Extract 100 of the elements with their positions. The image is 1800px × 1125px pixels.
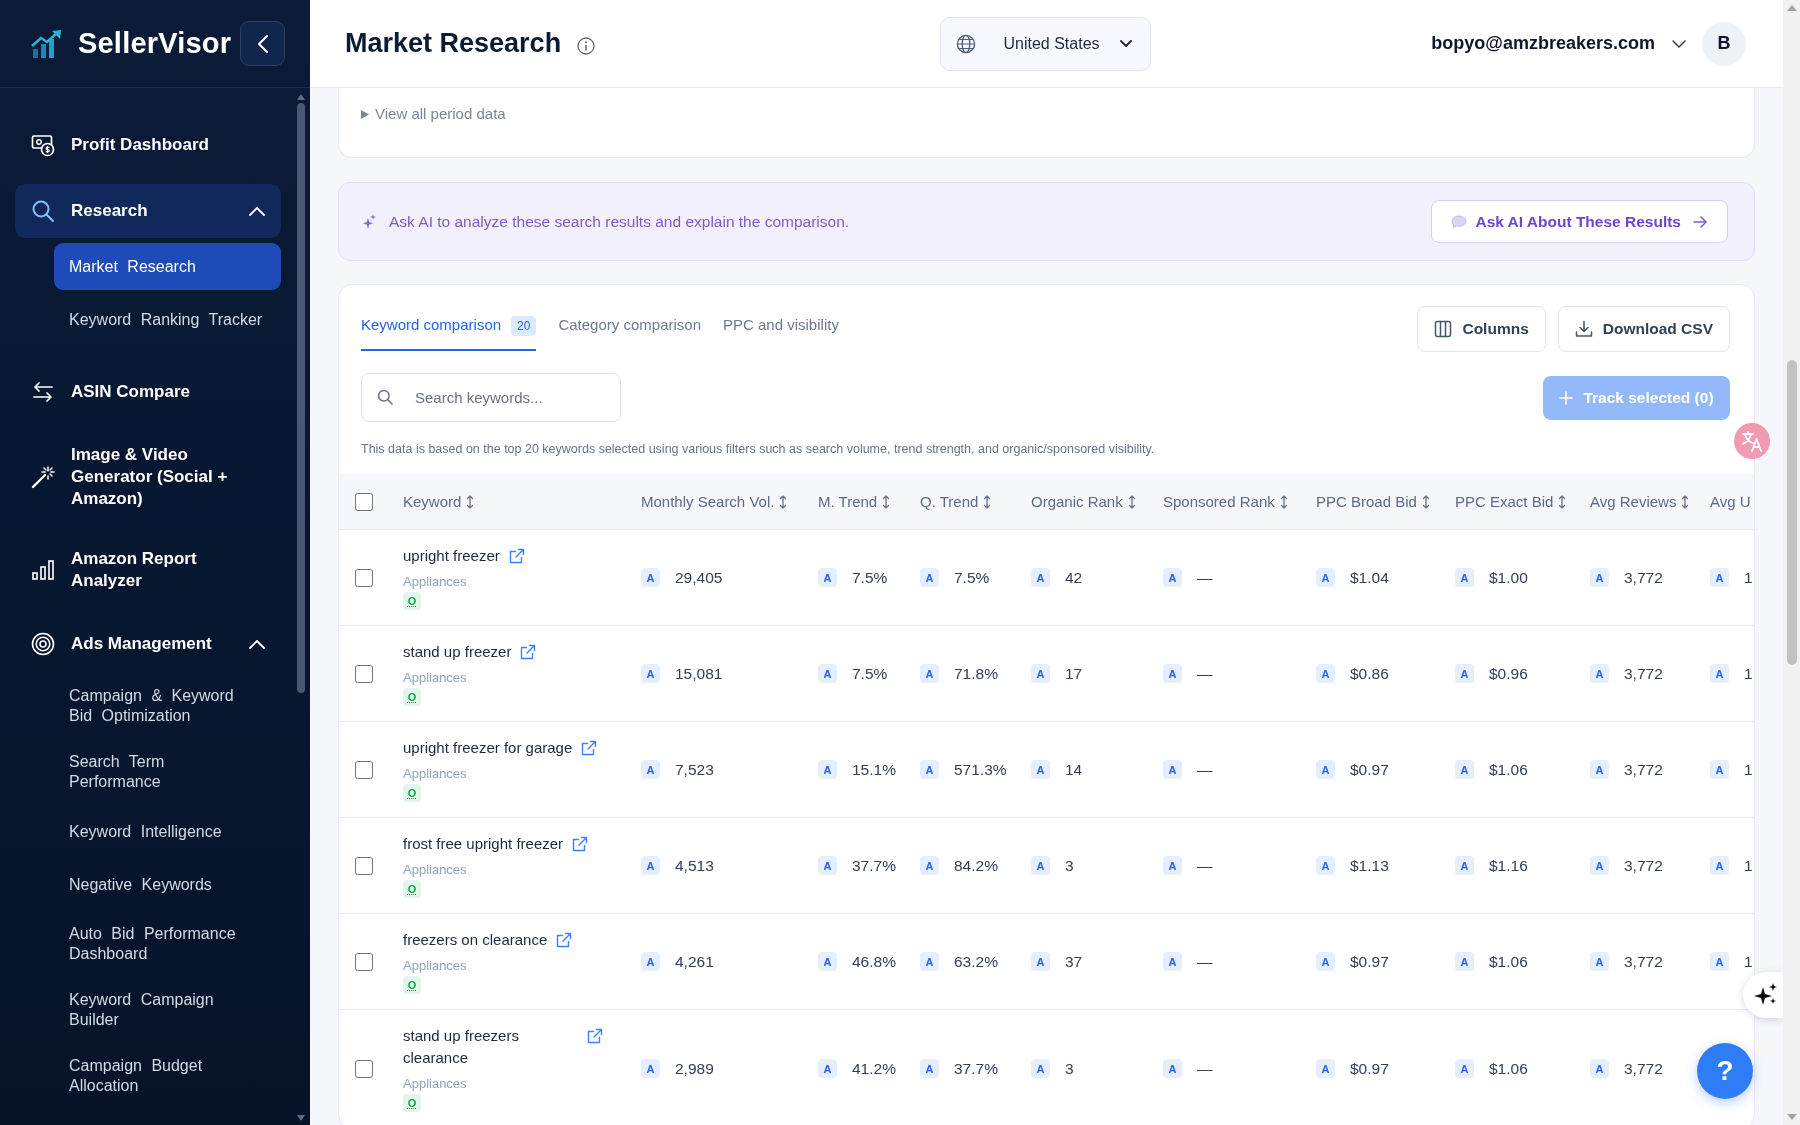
scrollbar-thumb[interactable] bbox=[1786, 360, 1797, 665]
metric-value: $0.97 bbox=[1350, 1059, 1389, 1078]
ai-prompt-text: Ask AI to analyze these search results and explain the comparison. bbox=[389, 212, 850, 231]
metric-value: 3 bbox=[1065, 1059, 1074, 1078]
scroll-up-icon[interactable] bbox=[297, 94, 305, 100]
scroll-up-icon[interactable] bbox=[1786, 5, 1797, 11]
source-badge: A bbox=[1031, 568, 1050, 587]
column-header[interactable]: Monthly Search Vol. bbox=[641, 493, 818, 510]
row-checkbox[interactable] bbox=[355, 856, 373, 875]
source-badge: A bbox=[1455, 856, 1474, 875]
source-badge: A bbox=[1710, 568, 1729, 587]
sort-icon bbox=[1558, 494, 1567, 509]
nav-item[interactable]: Amazon Report Analyzer bbox=[15, 535, 281, 605]
metric-value: 3,772 bbox=[1624, 856, 1663, 875]
nav-subitem[interactable]: Auto Bid Performance Dashboard bbox=[54, 914, 281, 974]
metric-value: 84.2% bbox=[954, 856, 998, 875]
user-menu-button[interactable]: bopyo@amzbreakers.com bbox=[1431, 33, 1686, 54]
logo-icon bbox=[30, 28, 64, 59]
metric-value: 37.7% bbox=[954, 1059, 998, 1078]
external-link-icon[interactable] bbox=[508, 548, 525, 564]
nav-subitem[interactable]: Negative Keywords bbox=[54, 861, 281, 908]
column-header[interactable]: PPC Broad Bid bbox=[1316, 493, 1455, 510]
chevron-left-icon bbox=[256, 33, 269, 54]
columns-button[interactable]: Columns bbox=[1417, 306, 1546, 352]
tab[interactable]: Category comparison bbox=[558, 306, 701, 351]
external-link-icon[interactable] bbox=[587, 1028, 603, 1044]
column-header[interactable]: Avg Reviews bbox=[1590, 493, 1710, 510]
row-checkbox[interactable] bbox=[355, 568, 373, 587]
nav-item[interactable]: Research bbox=[15, 184, 281, 238]
scrollbar-thumb[interactable] bbox=[297, 103, 305, 693]
source-badge: A bbox=[920, 856, 939, 875]
row-checkbox[interactable] bbox=[355, 664, 373, 683]
country-select[interactable]: United States bbox=[940, 16, 1151, 71]
metric-value: 7.5% bbox=[852, 568, 888, 587]
scroll-down-icon[interactable] bbox=[297, 1115, 305, 1121]
nav-subitem[interactable]: Market Research bbox=[54, 243, 281, 290]
target-icon bbox=[31, 632, 55, 656]
category-label: Appliances bbox=[403, 765, 467, 783]
metric-value: 2,989 bbox=[675, 1059, 714, 1078]
nav-item[interactable]: ASIN Compare bbox=[15, 365, 281, 419]
info-icon[interactable] bbox=[577, 36, 596, 55]
column-header[interactable]: Avg U bbox=[1710, 493, 1754, 510]
column-header[interactable]: Organic Rank bbox=[1031, 493, 1163, 510]
search-field[interactable]: Search keywords... bbox=[361, 373, 621, 422]
tag: O bbox=[403, 1094, 421, 1112]
source-badge: A bbox=[818, 952, 837, 971]
period-toggle[interactable]: View all period data bbox=[361, 104, 506, 124]
nav-subitem[interactable]: Keyword Intelligence bbox=[54, 808, 281, 855]
download-icon bbox=[1574, 320, 1593, 338]
category-label: Appliances bbox=[403, 1075, 467, 1093]
column-header[interactable]: Keyword bbox=[403, 493, 641, 510]
source-badge: A bbox=[920, 568, 939, 587]
nav-subitem[interactable]: Keyword Ranking Tracker bbox=[54, 296, 281, 343]
source-badge: A bbox=[1031, 664, 1050, 683]
nav-item[interactable]: Image & Video Generator (Social + Amazon) bbox=[15, 431, 281, 523]
column-header[interactable]: Q. Trend bbox=[920, 493, 1031, 510]
avatar[interactable]: B bbox=[1702, 21, 1746, 66]
source-badge: A bbox=[1455, 1059, 1474, 1078]
source-badge: A bbox=[818, 760, 837, 779]
keyword-text: upright freezer for garage bbox=[403, 738, 573, 758]
select-all-checkbox[interactable] bbox=[355, 492, 373, 511]
metric-value: 15,081 bbox=[675, 664, 723, 683]
source-badge: A bbox=[920, 952, 939, 971]
nav-subitem[interactable]: Campaign & Keyword Bid Optimization bbox=[54, 676, 281, 736]
source-badge: A bbox=[920, 1059, 939, 1078]
source-badge: A bbox=[1590, 664, 1609, 683]
source-badge: A bbox=[1455, 664, 1474, 683]
metric-value: $1.06 bbox=[1489, 760, 1528, 779]
collapse-sidebar-button[interactable] bbox=[240, 21, 285, 66]
tab[interactable]: PPC and visibility bbox=[723, 306, 839, 351]
nav-item[interactable]: Profit Dashboard bbox=[15, 118, 281, 172]
metric-value: — bbox=[1197, 760, 1213, 779]
external-link-icon[interactable] bbox=[572, 836, 589, 852]
source-badge: A bbox=[920, 664, 939, 683]
source-badge: A bbox=[818, 568, 837, 587]
ask-ai-button[interactable]: Ask AI About These Results bbox=[1431, 200, 1728, 243]
external-link-icon[interactable] bbox=[520, 644, 537, 660]
column-header[interactable]: M. Trend bbox=[818, 493, 920, 510]
count-badge: 20 bbox=[511, 316, 537, 336]
row-checkbox[interactable] bbox=[355, 1059, 373, 1078]
external-link-icon[interactable] bbox=[581, 740, 598, 756]
source-badge: A bbox=[1031, 952, 1050, 971]
translate-icon[interactable] bbox=[1734, 423, 1770, 459]
nav-subitem[interactable]: Search Term Performance bbox=[54, 742, 281, 802]
magic-wand-icon bbox=[31, 465, 55, 489]
row-checkbox[interactable] bbox=[355, 760, 373, 779]
nav-subitem[interactable]: Campaign Budget Allocation bbox=[54, 1046, 281, 1106]
column-header[interactable]: PPC Exact Bid bbox=[1455, 493, 1590, 510]
page-title: Market Research bbox=[345, 28, 562, 59]
external-link-icon[interactable] bbox=[556, 932, 573, 948]
nav-item[interactable]: Ads Management bbox=[15, 617, 281, 671]
tab[interactable]: Keyword comparison 20 bbox=[361, 306, 537, 351]
metric-value: — bbox=[1197, 856, 1213, 875]
swap-arrows-icon bbox=[31, 380, 55, 404]
source-badge: A bbox=[818, 856, 837, 875]
scroll-down-icon[interactable] bbox=[1786, 1114, 1797, 1120]
nav-subitem[interactable]: Keyword Campaign Builder bbox=[54, 980, 281, 1040]
column-header[interactable]: Sponsored Rank bbox=[1163, 493, 1316, 510]
row-checkbox[interactable] bbox=[355, 952, 373, 971]
download-csv-button[interactable]: Download CSV bbox=[1557, 306, 1730, 352]
